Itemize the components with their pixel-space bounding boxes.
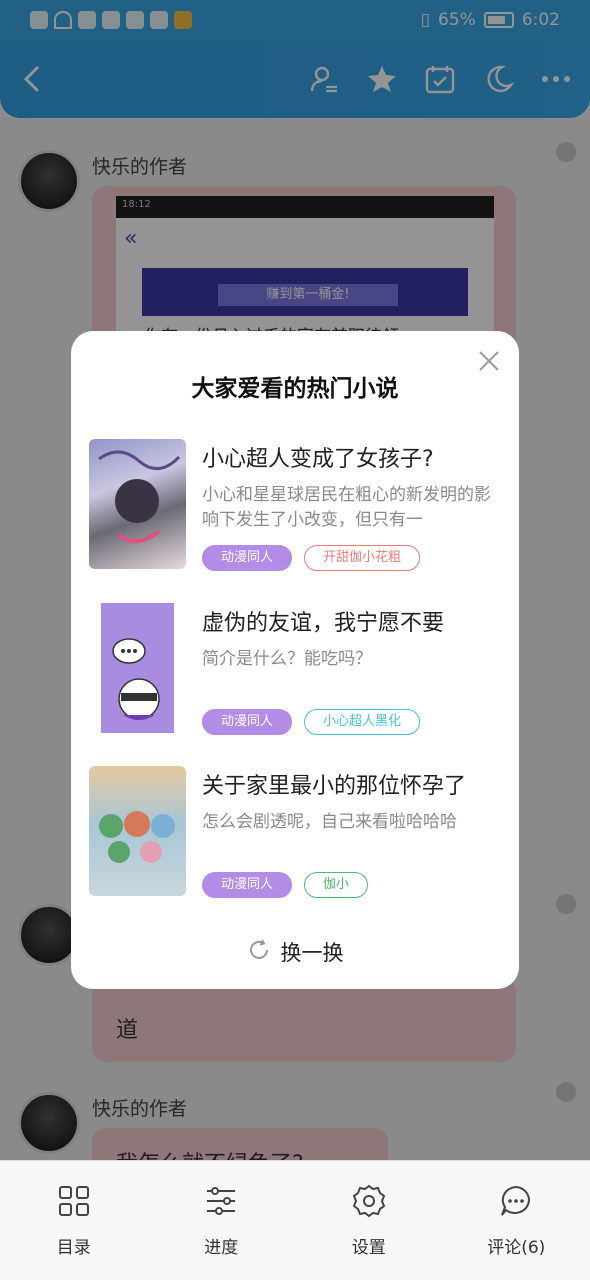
refresh-label: 换一换 [280,941,344,965]
refresh-icon [247,938,271,967]
dialog-title: 大家爱看的热门小说 [191,376,399,402]
book-item[interactable]: 小心超人变成了女孩子? 小心和星星球居民在粗心的新发明的影响下发生了小改变，但只… [89,439,501,571]
nav-label: 进度 [204,1238,239,1258]
book-cover[interactable] [89,766,186,896]
nav-label: 设置 [351,1238,386,1258]
book-description: 怎么会剧透呢，自己来看啦哈哈哈 [202,812,457,832]
tag-keyword[interactable]: 开甜伽小花粗 [304,545,421,571]
grid-icon [58,1186,89,1216]
book-title: 小心超人变成了女孩子? [202,447,434,472]
nav-label: 评论(6) [487,1238,546,1258]
book-cover[interactable] [89,439,186,569]
nav-progress[interactable]: 进度 [148,1161,296,1280]
book-item[interactable]: 虚伪的友谊，我宁愿不要 简介是什么？能吃吗？ 动漫同人 小心超人黑化 [89,603,501,735]
tag-keyword[interactable]: 伽小 [304,872,369,898]
bottom-nav: 目录 进度 设置 评论(6) [0,1160,590,1280]
tag-category[interactable]: 动漫同人 [202,872,293,898]
tag-category[interactable]: 动漫同人 [202,545,293,571]
book-description: 简介是什么？能吃吗？ [202,649,372,669]
book-title: 虚伪的友谊，我宁愿不要 [202,611,445,636]
book-title: 关于家里最小的那位怀孕了 [202,774,467,799]
nav-catalog[interactable]: 目录 [0,1161,148,1280]
book-item[interactable]: 关于家里最小的那位怀孕了 怎么会剧透呢，自己来看啦哈哈哈 动漫同人 伽小 [89,766,501,898]
nav-label: 目录 [56,1238,91,1258]
nav-settings[interactable]: 设置 [295,1161,443,1280]
nav-comments[interactable]: 评论(6) [443,1161,590,1280]
book-cover[interactable] [89,603,186,733]
refresh-button[interactable]: 换一换 [71,937,519,967]
gear-icon [352,1184,385,1218]
comment-icon [501,1185,531,1216]
tag-keyword[interactable]: 小心超人黑化 [304,709,421,735]
sliders-icon [207,1187,236,1215]
tag-category[interactable]: 动漫同人 [202,709,293,735]
hot-novels-dialog: 大家爱看的热门小说 小心超人变成了女孩子? 小心和星星球居民在粗心的新发明的影响… [71,331,519,989]
book-description: 小心和星星球居民在粗心的新发明的影响下发生了小改变，但只有一 [202,485,491,530]
